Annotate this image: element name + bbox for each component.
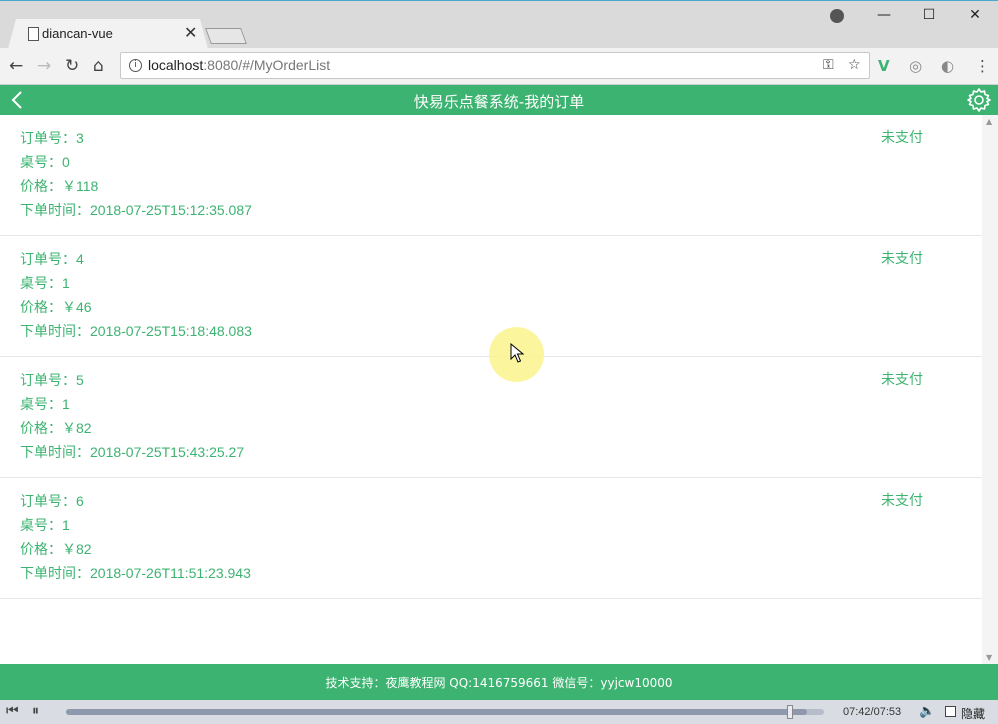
mouse-cursor-icon bbox=[510, 343, 524, 363]
menu-icon[interactable]: ⋮ bbox=[975, 57, 990, 75]
reload-icon[interactable]: ↻ bbox=[65, 56, 79, 76]
browser-tab-strip: diancan-vue ✕ — ☐ ✕ bbox=[0, 0, 998, 49]
order-status: 未支付 bbox=[881, 371, 923, 387]
order-table: 桌号：1 bbox=[20, 275, 70, 291]
key-icon[interactable]: ⚿ bbox=[823, 57, 834, 73]
close-window-button[interactable]: ✕ bbox=[965, 7, 985, 23]
order-item[interactable]: 订单号：6 桌号：1 价格：￥82 下单时间：2018-07-26T11:51:… bbox=[0, 478, 982, 599]
extension-icon[interactable]: ◎ bbox=[909, 57, 922, 75]
app-footer: 技术支持：夜鹰教程网 QQ:1416759661 微信号：yyjcw10000 bbox=[0, 664, 998, 700]
vue-devtools-icon[interactable]: V bbox=[878, 57, 890, 75]
order-status: 未支付 bbox=[881, 492, 923, 508]
pause-icon[interactable]: ⏸ bbox=[32, 703, 39, 719]
minimize-button[interactable]: — bbox=[874, 7, 894, 23]
progress-bar[interactable] bbox=[66, 705, 824, 719]
scroll-down-icon[interactable]: ▼ bbox=[986, 653, 992, 662]
url-text[interactable]: localhost:8080/#/MyOrderList bbox=[148, 57, 330, 73]
order-status: 未支付 bbox=[881, 129, 923, 145]
extension-icon[interactable]: ◐ bbox=[941, 57, 954, 75]
order-item[interactable]: 订单号：3 桌号：0 价格：￥118 下单时间：2018-07-25T15:12… bbox=[0, 115, 982, 236]
url-host: localhost bbox=[148, 57, 204, 73]
maximize-button[interactable]: ☐ bbox=[919, 7, 939, 23]
browser-toolbar: ← → ↻ ⌂ i localhost:8080/#/MyOrderList ⚿… bbox=[0, 48, 998, 85]
order-price: 价格：￥46 bbox=[20, 299, 92, 315]
page-title: 快易乐点餐系统-我的订单 bbox=[413, 93, 585, 111]
footer-text: 技术支持：夜鹰教程网 QQ:1416759661 微信号：yyjcw10000 bbox=[325, 676, 673, 690]
tab-title: diancan-vue bbox=[42, 26, 113, 41]
order-table: 桌号：1 bbox=[20, 517, 70, 533]
gear-icon[interactable] bbox=[966, 87, 992, 113]
home-icon[interactable]: ⌂ bbox=[93, 56, 104, 76]
tab-close-icon[interactable]: ✕ bbox=[184, 23, 197, 42]
order-price: 价格：￥82 bbox=[20, 420, 92, 436]
hide-label: 隐藏 bbox=[961, 707, 986, 721]
order-time: 下单时间：2018-07-26T11:51:23.943 bbox=[20, 565, 251, 581]
order-price: 价格：￥118 bbox=[20, 178, 99, 194]
order-price: 价格：￥82 bbox=[20, 541, 92, 557]
back-arrow-icon[interactable]: ← bbox=[9, 56, 23, 76]
progress-fill bbox=[66, 709, 807, 715]
order-number: 订单号：3 bbox=[20, 130, 84, 146]
forward-arrow-icon[interactable]: → bbox=[37, 56, 51, 76]
order-item[interactable]: 订单号：4 桌号：1 价格：￥46 下单时间：2018-07-25T15:18:… bbox=[0, 236, 982, 357]
browser-tab[interactable]: diancan-vue ✕ bbox=[8, 19, 208, 49]
scroll-up-icon[interactable]: ▲ bbox=[986, 117, 992, 126]
playback-time: 07:42/07:53 bbox=[843, 706, 902, 718]
order-number: 订单号：6 bbox=[20, 493, 84, 509]
profile-icon[interactable] bbox=[830, 9, 844, 23]
order-table: 桌号：0 bbox=[20, 154, 70, 170]
order-number: 订单号：4 bbox=[20, 251, 84, 267]
order-time: 下单时间：2018-07-25T15:43:25.27 bbox=[20, 444, 245, 460]
video-player-bar: ⏮ ⏸ 07:42/07:53 🔈 隐藏 bbox=[0, 700, 998, 724]
document-icon bbox=[28, 27, 39, 41]
new-tab-button[interactable] bbox=[205, 28, 247, 44]
order-status: 未支付 bbox=[881, 250, 923, 266]
order-list: 订单号：3 桌号：0 价格：￥118 下单时间：2018-07-25T15:12… bbox=[0, 115, 982, 664]
order-table: 桌号：1 bbox=[20, 396, 70, 412]
star-icon[interactable]: ☆ bbox=[848, 57, 861, 73]
order-number: 订单号：5 bbox=[20, 372, 84, 388]
hide-checkbox[interactable] bbox=[945, 706, 956, 717]
order-time: 下单时间：2018-07-25T15:18:48.083 bbox=[20, 323, 252, 339]
address-bar[interactable]: i localhost:8080/#/MyOrderList ⚿ ☆ bbox=[120, 52, 870, 79]
volume-icon[interactable]: 🔈 bbox=[919, 704, 935, 719]
order-time: 下单时间：2018-07-25T15:12:35.087 bbox=[20, 202, 252, 218]
progress-thumb[interactable] bbox=[786, 705, 793, 719]
url-path: :8080/#/MyOrderList bbox=[203, 57, 331, 73]
skip-back-icon[interactable]: ⏮ bbox=[6, 703, 19, 719]
scrollbar[interactable]: ▲ ▼ bbox=[982, 115, 998, 664]
app-header: 快易乐点餐系统-我的订单 bbox=[0, 85, 998, 115]
info-icon[interactable]: i bbox=[129, 59, 142, 72]
order-item[interactable]: 订单号：5 桌号：1 价格：￥82 下单时间：2018-07-25T15:43:… bbox=[0, 357, 982, 478]
